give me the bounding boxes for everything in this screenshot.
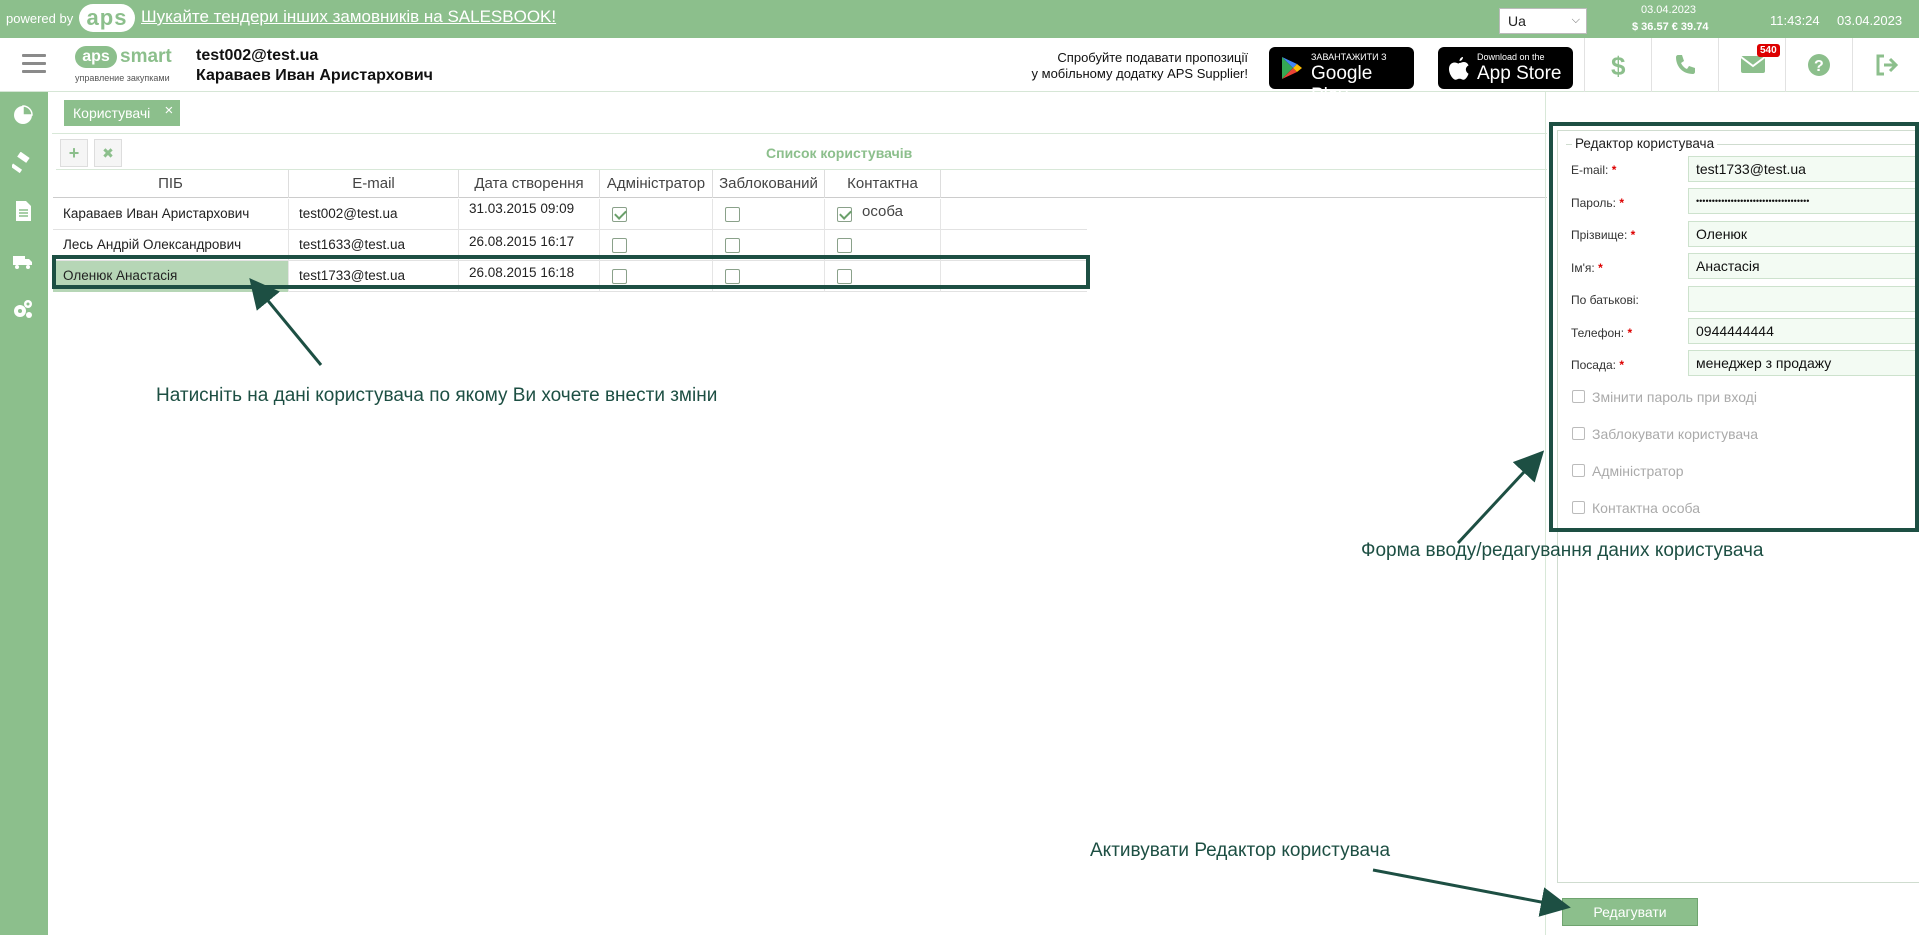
cell-created: 26.08.2015 16:17: [459, 230, 600, 261]
col-header-blocked[interactable]: Заблокований: [713, 170, 825, 198]
cell-admin: [600, 261, 713, 292]
user-name: Караваев Иван Аристархович: [196, 67, 433, 84]
clock-date: 03.04.2023: [1837, 13, 1903, 28]
cell-email: test1733@test.ua: [289, 261, 459, 292]
payments-button[interactable]: $: [1584, 38, 1650, 92]
help-icon: ?: [1808, 54, 1830, 76]
editor-highlight-frame: [1549, 122, 1919, 532]
admin-checkbox[interactable]: [612, 269, 627, 284]
phone-icon: [1676, 55, 1695, 74]
truck-icon[interactable]: [12, 250, 34, 272]
salesbook-link[interactable]: Шукайте тендери інших замовників на SALE…: [141, 7, 556, 27]
mail-button[interactable]: 540: [1718, 38, 1784, 92]
chart-pie-icon[interactable]: [12, 104, 34, 126]
tab-strip: Користувачі ×: [52, 92, 1547, 134]
mail-count-badge: 540: [1757, 44, 1780, 57]
svg-text:?: ?: [1814, 58, 1824, 75]
list-toolbar: + ✖ Список користувачів: [56, 136, 1547, 170]
col-header-admin[interactable]: Адміністратор: [600, 170, 713, 198]
mobile-promo: Спробуйте подавати пропозиції у мобільно…: [990, 50, 1248, 82]
note-form-hint: Форма вводу/редагування даних користувач…: [1361, 540, 1764, 561]
note-activate-hint: Активувати Редактор користувача: [1090, 840, 1391, 861]
admin-checkbox[interactable]: [612, 238, 627, 253]
cell-blocked: [713, 230, 825, 261]
table-row-selected[interactable]: Оленюк Анастасія test1733@test.ua 26.08.…: [53, 261, 1087, 292]
cell-name: Лесь Андрій Олександрович: [53, 230, 289, 261]
note-click-user: Натисніть на дані користувача по якому В…: [156, 385, 718, 406]
clock-time: 11:43:24: [1770, 13, 1820, 28]
cell-contact: [825, 230, 941, 261]
help-button[interactable]: ?: [1785, 38, 1851, 92]
google-play-icon: [1282, 57, 1302, 79]
admin-checkbox[interactable]: [612, 207, 627, 222]
logout-icon: [1876, 54, 1899, 76]
cell-name: Оленюк Анастасія: [53, 261, 289, 292]
language-value: Ua: [1508, 13, 1526, 29]
delete-user-button[interactable]: ✖: [94, 139, 122, 167]
cell-created: 31.03.2015 09:09: [459, 199, 600, 230]
col-header-contact[interactable]: Контактна особа: [825, 170, 941, 220]
gavel-icon[interactable]: [12, 152, 34, 174]
col-header-name[interactable]: ПІБ: [53, 170, 289, 198]
gears-icon[interactable]: [12, 298, 34, 320]
panel-divider: [1545, 92, 1546, 935]
cell-email: test1633@test.ua: [289, 230, 459, 261]
brand-subtitle: управление закупками: [75, 73, 170, 83]
aps-logo[interactable]: aps: [79, 4, 135, 32]
sidebar: [0, 92, 48, 935]
cell-blocked: [713, 261, 825, 292]
blocked-checkbox[interactable]: [725, 207, 740, 222]
main-header: aps smart управление закупками test002@t…: [0, 38, 1919, 106]
user-email: test002@test.ua: [196, 47, 319, 64]
brand-logo[interactable]: aps smart управление закупками: [75, 46, 183, 86]
contact-checkbox[interactable]: [837, 238, 852, 253]
tab-users[interactable]: Користувачі ×: [64, 100, 181, 126]
top-bar: powered by aps Шукайте тендери інших зам…: [0, 0, 1919, 38]
language-select[interactable]: Ua ⌵: [1499, 8, 1587, 34]
app-store-small: Download on the: [1477, 52, 1545, 62]
edit-button[interactable]: Редагувати: [1562, 898, 1698, 926]
contact-checkbox[interactable]: [837, 207, 852, 222]
brand-aps: aps: [75, 46, 117, 68]
google-play-small: ЗАВАНТАЖИТИ З: [1311, 52, 1387, 62]
chevron-down-icon: ⌵: [1571, 14, 1580, 26]
phone-button[interactable]: [1651, 38, 1717, 92]
blocked-checkbox[interactable]: [725, 269, 740, 284]
cell-created: 26.08.2015 16:18: [459, 261, 600, 292]
cell-email: test002@test.ua: [289, 199, 459, 230]
table-header: ПІБ E-mail Дата створення Адміністратор …: [53, 170, 1547, 220]
brand-smart: smart: [120, 46, 172, 67]
add-user-button[interactable]: +: [60, 139, 88, 167]
cell-contact: [825, 199, 941, 230]
app-store-button[interactable]: Download on the App Store: [1438, 47, 1573, 89]
google-play-button[interactable]: ЗАВАНТАЖИТИ З Google Play: [1269, 47, 1414, 106]
blocked-checkbox[interactable]: [725, 238, 740, 253]
menu-icon[interactable]: [22, 54, 46, 74]
promo-line-2: у мобільному додатку APS Supplier!: [1031, 66, 1248, 81]
document-icon[interactable]: [12, 200, 34, 222]
app-store-big: App Store: [1477, 63, 1562, 84]
logout-button[interactable]: [1852, 38, 1918, 92]
table-row[interactable]: Караваев Иван Аристархович test002@test.…: [53, 199, 1087, 230]
table-row[interactable]: Лесь Андрій Олександрович test1633@test.…: [53, 230, 1087, 261]
apple-icon: [1449, 57, 1469, 80]
powered-by-text: powered by: [6, 11, 74, 26]
app-root: powered by aps Шукайте тендери інших зам…: [0, 0, 1919, 935]
tab-users-label: Користувачі: [73, 105, 151, 121]
promo-line-1: Спробуйте подавати пропозиції: [1057, 50, 1248, 65]
col-header-email[interactable]: E-mail: [289, 170, 459, 198]
cell-blocked: [713, 199, 825, 230]
cell-contact: [825, 261, 941, 292]
currency-rates: $ 36.57 € 39.74: [1632, 21, 1709, 33]
contact-checkbox[interactable]: [837, 269, 852, 284]
list-title: Список користувачів: [766, 145, 913, 161]
close-icon[interactable]: ×: [165, 102, 174, 119]
cell-admin: [600, 199, 713, 230]
rates-date: 03.04.2023: [1641, 4, 1697, 16]
col-header-created[interactable]: Дата створення: [459, 170, 600, 198]
cell-name: Караваев Иван Аристархович: [53, 199, 289, 230]
dollar-icon: $: [1611, 53, 1626, 79]
cell-admin: [600, 230, 713, 261]
svg-text:$: $: [1611, 53, 1626, 79]
